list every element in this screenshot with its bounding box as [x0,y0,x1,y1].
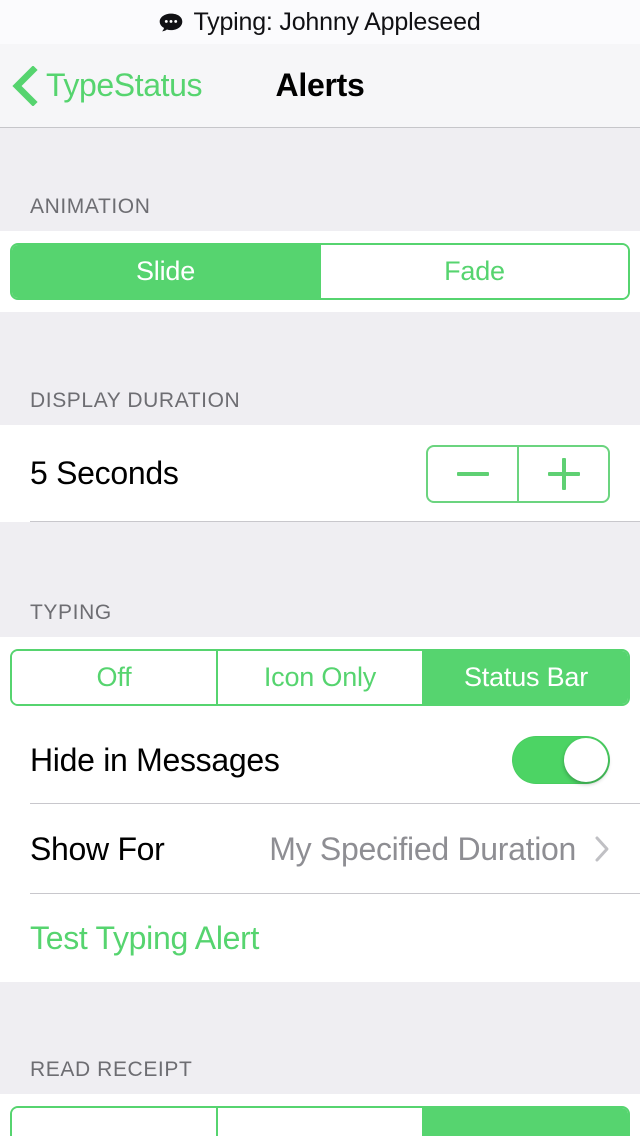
segment-off[interactable]: Off [12,651,218,704]
toggle-knob [564,738,608,782]
typing-segmented-control-group: Off Icon Only Status Bar [0,637,640,716]
back-button[interactable]: TypeStatus [0,65,203,106]
duration-increment-button[interactable] [519,447,608,501]
read-receipt-segmented-control-group [0,1094,640,1136]
row-display-duration: 5 Seconds [0,425,640,522]
row-test-typing-alert[interactable]: Test Typing Alert [0,894,640,982]
back-button-label: TypeStatus [46,67,203,103]
chevron-right-icon [595,836,609,862]
read-receipt-segment-3[interactable] [424,1108,628,1136]
show-for-label: Show For [30,830,165,867]
display-duration-value: 5 Seconds [30,455,179,491]
read-receipt-segment-1[interactable] [12,1108,218,1136]
row-hide-in-messages[interactable]: Hide in Messages [0,716,640,804]
navigation-bar: TypeStatus Alerts [0,44,640,128]
read-receipt-segmented-control[interactable] [10,1106,630,1136]
typing-rows-group: Hide in Messages Show For My Specified D… [0,716,640,982]
status-bar-text: Typing: Johnny Appleseed [193,7,481,36]
status-bar: Typing: Johnny Appleseed [0,0,640,44]
section-header-display-duration: DISPLAY DURATION [0,312,640,425]
section-header-animation: ANIMATION [0,128,640,231]
plus-icon-vertical [561,457,566,490]
segment-icon-only[interactable]: Icon Only [218,651,424,704]
typing-bubble-icon [159,13,183,32]
duration-decrement-button[interactable] [428,446,519,501]
display-duration-group: 5 Seconds [0,425,640,522]
duration-stepper[interactable] [426,444,610,503]
row-show-for[interactable]: Show For My Specified Duration [0,804,640,894]
typing-segmented-control[interactable]: Off Icon Only Status Bar [10,649,630,706]
animation-segmented-control-group: Slide Fade [0,231,640,312]
minus-icon [456,471,489,476]
segment-fade[interactable]: Fade [321,245,628,298]
test-typing-alert-label: Test Typing Alert [30,919,260,956]
segment-slide[interactable]: Slide [12,245,321,298]
hide-in-messages-label: Hide in Messages [30,741,280,778]
read-receipt-segment-2[interactable] [218,1108,424,1136]
segment-status-bar[interactable]: Status Bar [424,651,628,704]
section-header-read-receipt: READ RECEIPT [0,982,640,1094]
chevron-left-icon [12,65,38,106]
app-screen: Typing: Johnny Appleseed TypeStatus Aler… [0,0,640,1136]
animation-segmented-control[interactable]: Slide Fade [10,243,630,300]
section-header-typing: TYPING [0,522,640,637]
hide-in-messages-toggle[interactable] [512,736,610,784]
show-for-value: My Specified Duration [269,830,576,867]
